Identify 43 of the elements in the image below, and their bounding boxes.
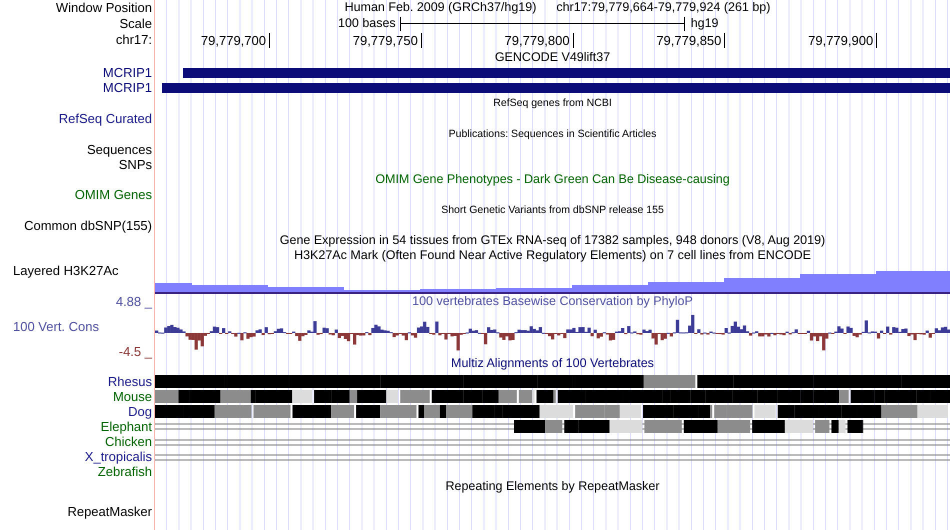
track-title: Publications: Sequences in Scientific Articles — [448, 127, 656, 142]
species-label: Chicken — [105, 434, 152, 449]
ruler-tick: 79,779,800 — [504, 33, 574, 48]
track-label: Window Position — [56, 0, 152, 15]
track-title: RefSeq genes from NCBI — [493, 96, 612, 111]
track-title: 100 vertebrates Basewise Conservation by PhyloP — [412, 294, 693, 309]
track-title: Multiz Alignments of 100 Vertebrates — [451, 356, 654, 371]
track-label: Layered H3K27Ac — [13, 263, 119, 278]
gene-bar[interactable] — [183, 68, 950, 78]
species-label: Mouse — [112, 389, 152, 404]
ruler-tick: 79,779,900 — [808, 33, 878, 48]
gene-label[interactable]: MCRIP1 — [102, 80, 152, 95]
chromosome-label: chr17: — [116, 32, 152, 47]
track-title: Repeating Elements by RepeatMasker — [445, 479, 660, 494]
track-label: RefSeq Curated — [58, 111, 152, 126]
track-title: H3K27Ac Mark (Often Found Near Active Regulatory Elements) on 7 cell lines from ENCODE — [294, 248, 811, 263]
position-text: chr17:79,779,664-79,779,924 (261 bp) — [556, 0, 770, 15]
track-label: SNPs — [118, 157, 152, 172]
ruler-tick: 79,779,750 — [352, 33, 422, 48]
gene-bar[interactable] — [162, 83, 950, 93]
track-label: Sequences — [86, 142, 152, 157]
ruler-tick: 79,779,850 — [656, 33, 726, 48]
assembly-title: Human Feb. 2009 (GRCh37/hg19) — [344, 0, 536, 15]
track-label: RepeatMasker — [67, 504, 152, 518]
species-label: X_tropicalis — [84, 449, 152, 464]
species-label: Dog — [128, 404, 152, 419]
track-label: Scale — [119, 16, 152, 31]
scale-length: 100 bases — [338, 16, 396, 31]
track-label: Common dbSNP(155) — [24, 218, 152, 233]
species-label: Elephant — [100, 419, 152, 434]
track-label: OMIM Genes — [74, 187, 152, 202]
species-label: Zebrafish — [98, 464, 152, 479]
ruler-tick: 79,779,700 — [200, 33, 270, 48]
track-title: GENCODE V49lift37 — [494, 50, 610, 65]
assembly-label: hg19 — [690, 16, 718, 31]
track-label: 100 Vert. Cons — [12, 319, 99, 334]
axis-min-label: -4.5 _ — [118, 344, 154, 359]
track-title: Short Genetic Variants from dbSNP release 155 — [441, 203, 664, 218]
axis-max-label: 4.88 _ — [116, 294, 154, 309]
track-title: OMIM Gene Phenotypes - Dark Green Can Be Disease-causing — [375, 172, 730, 187]
gene-label[interactable]: MCRIP1 — [102, 65, 152, 80]
species-label: Rhesus — [108, 374, 152, 389]
track-title: Gene Expression in 54 tissues from GTEx RNA-seq of 17382 samples, 948 donors (V8, Aug 2019) — [280, 233, 826, 248]
